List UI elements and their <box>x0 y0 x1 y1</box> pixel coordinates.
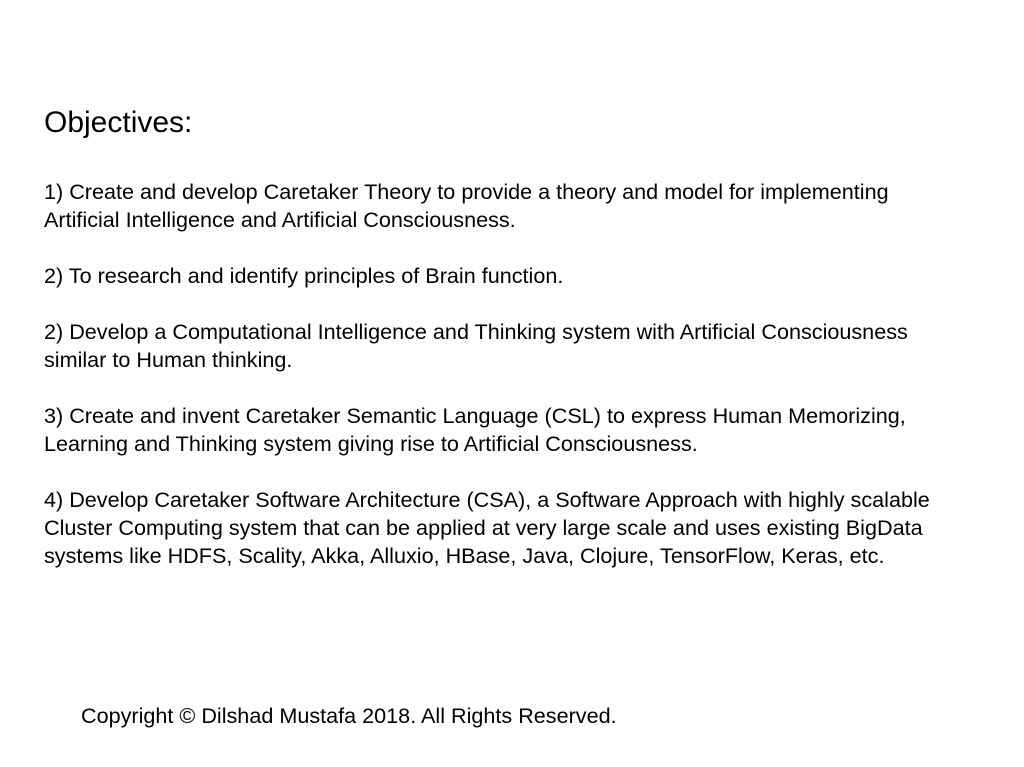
slide-title: Objectives: <box>44 106 193 139</box>
text-line: Cluster Computing system that can be app… <box>44 515 923 540</box>
objective-1: 1) Create and develop Caretaker Theory t… <box>44 178 930 234</box>
objectives-list: 1) Create and develop Caretaker Theory t… <box>44 178 930 598</box>
text-line: 4) Develop Caretaker Software Architectu… <box>44 487 930 512</box>
text-line: 2) To research and identify principles o… <box>44 263 564 288</box>
objective-4: 3) Create and invent Caretaker Semantic … <box>44 402 930 458</box>
text-line: similar to Human thinking. <box>44 347 293 372</box>
objective-5: 4) Develop Caretaker Software Architectu… <box>44 486 930 570</box>
text-line: 2) Develop a Computational Intelligence … <box>44 319 908 344</box>
text-line: 3) Create and invent Caretaker Semantic … <box>44 403 906 428</box>
copyright-footer: Copyright © Dilshad Mustafa 2018. All Ri… <box>81 703 617 728</box>
text-line: Artificial Intelligence and Artificial C… <box>44 207 516 232</box>
text-line: 1) Create and develop Caretaker Theory t… <box>44 179 889 204</box>
objective-3: 2) Develop a Computational Intelligence … <box>44 318 930 374</box>
text-line: systems like HDFS, Scality, Akka, Alluxi… <box>44 543 885 568</box>
objective-2: 2) To research and identify principles o… <box>44 262 930 290</box>
text-line: Learning and Thinking system giving rise… <box>44 431 698 456</box>
